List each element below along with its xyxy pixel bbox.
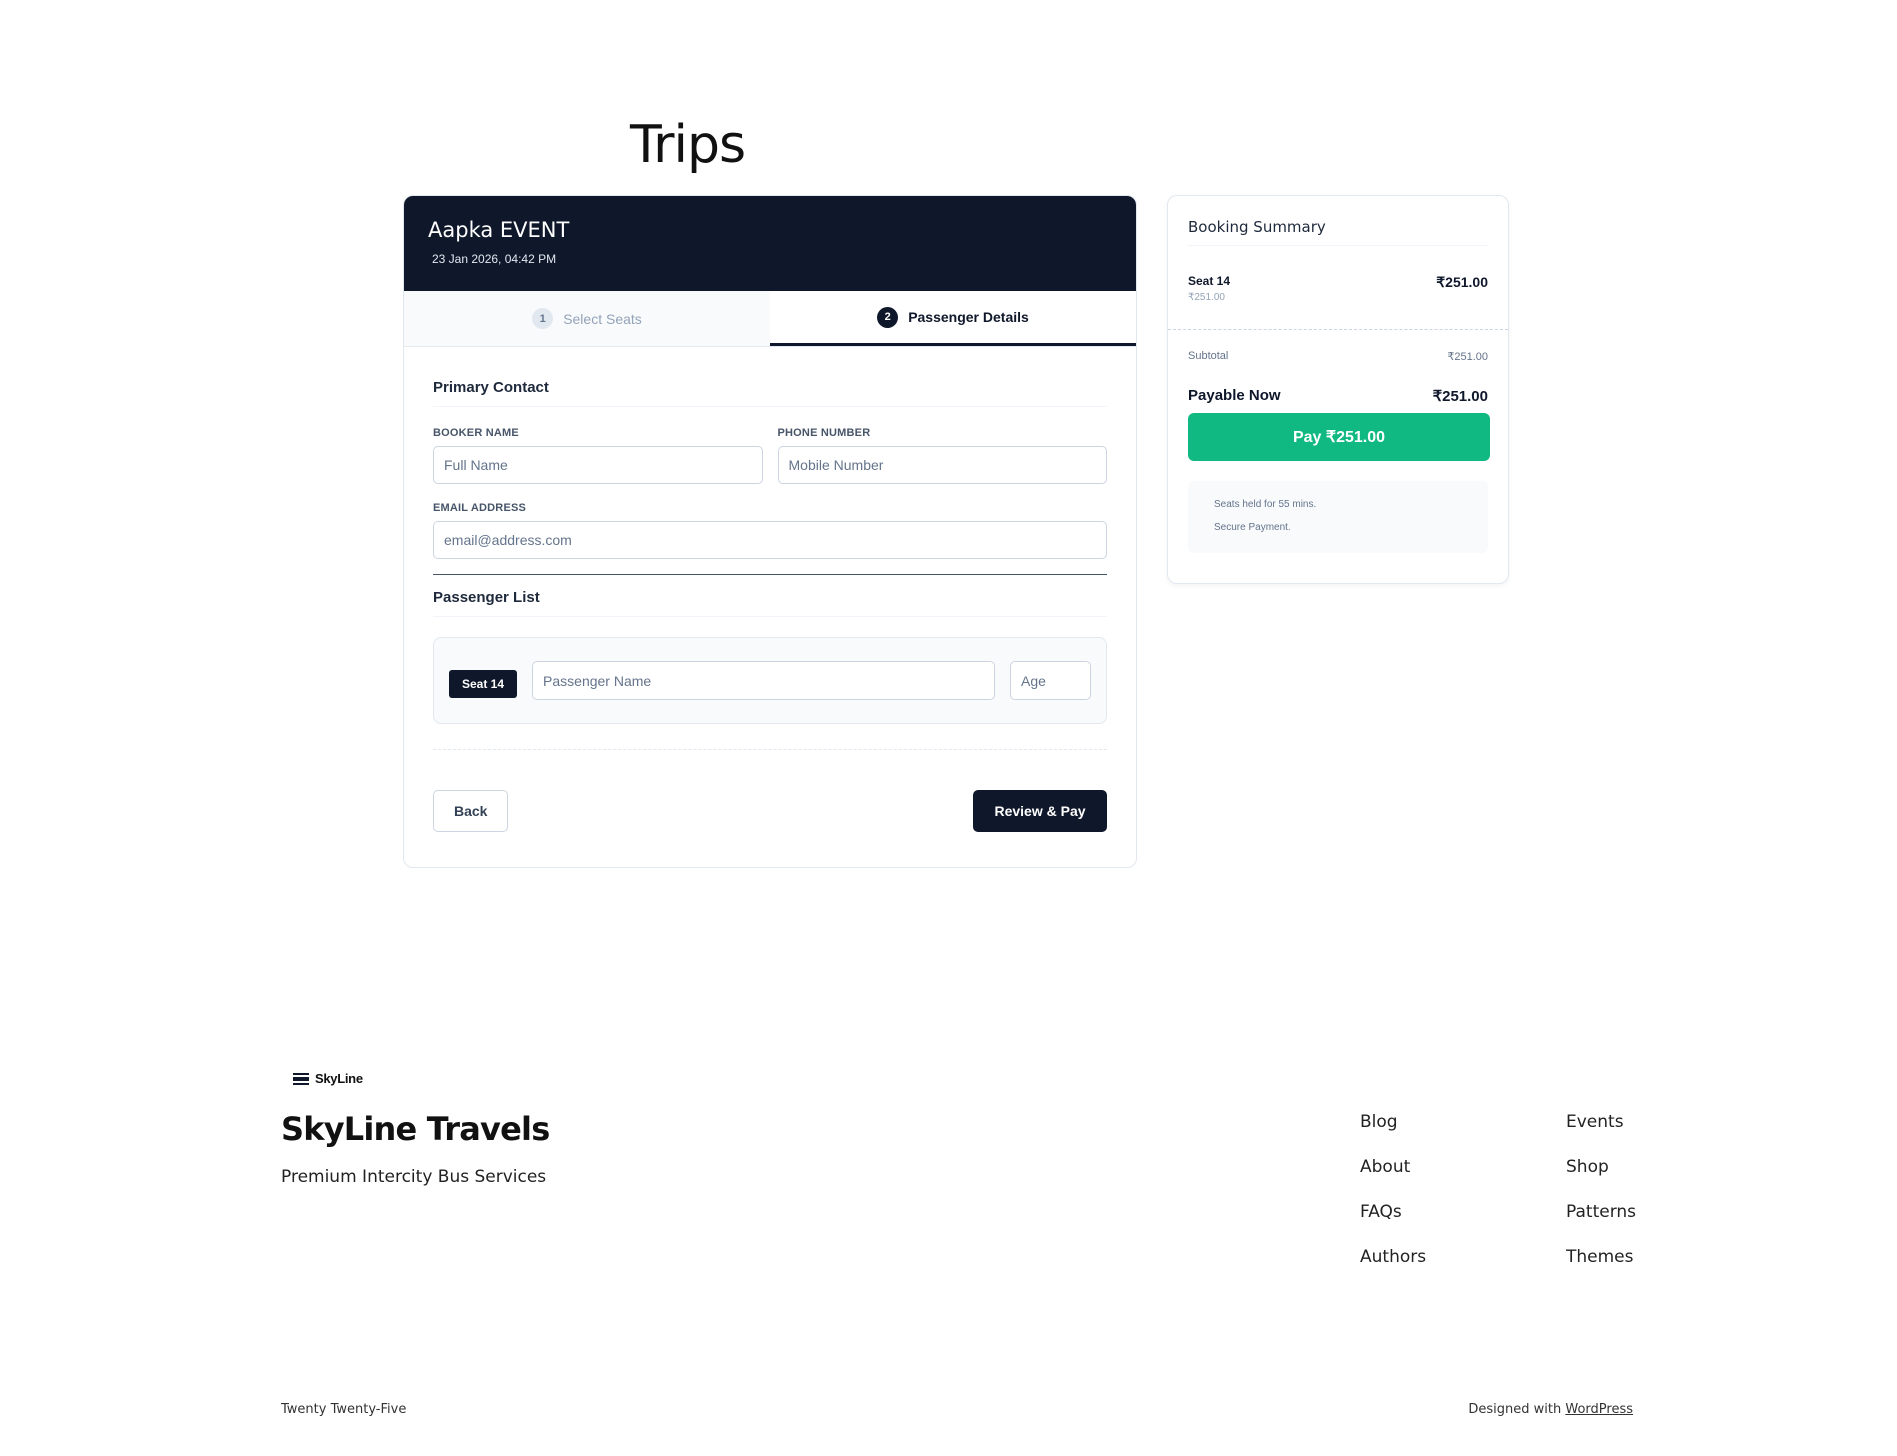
step-label: Select Seats: [563, 310, 642, 327]
credit-prefix: Designed with: [1468, 1402, 1566, 1417]
footer-link-about[interactable]: About: [1360, 1157, 1426, 1202]
footer-link-faqs[interactable]: FAQs: [1360, 1202, 1426, 1247]
trip-datetime: 23 Jan 2026, 04:42 PM: [432, 252, 557, 266]
wordpress-link[interactable]: WordPress: [1565, 1402, 1633, 1417]
passenger-name-input[interactable]: [532, 661, 995, 700]
seat-badge: Seat 14: [449, 669, 518, 698]
payable-label: Payable Now: [1188, 387, 1281, 404]
section-divider: [433, 574, 1107, 575]
email-label: EMAIL ADDRESS: [433, 502, 527, 514]
phone-number-input[interactable]: [777, 446, 1107, 484]
subtotal-value: ₹251.00: [1447, 351, 1488, 363]
payable-value: ₹251.00: [1432, 388, 1488, 405]
footer-link-authors[interactable]: Authors: [1360, 1247, 1426, 1292]
logo-text: SkyLine: [315, 1071, 363, 1086]
footer-nav-column-1: Blog About FAQs Authors: [1360, 1112, 1426, 1292]
phone-number-label: PHONE NUMBER: [777, 427, 871, 439]
summary-line-item: Seat 14 ₹251.00 ₹251.00: [1168, 246, 1508, 303]
secure-payment-notice: Secure Payment.: [1214, 522, 1291, 533]
passenger-row: Seat 14: [433, 637, 1107, 724]
form-actions: Back Review & Pay: [433, 790, 1107, 832]
email-input[interactable]: [433, 521, 1107, 559]
footer-tagline: Premium Intercity Bus Services: [281, 1167, 547, 1187]
back-button[interactable]: Back: [433, 790, 509, 832]
step-passenger-details[interactable]: 2 Passenger Details: [770, 291, 1136, 346]
footer-credit: Designed with WordPress: [1468, 1402, 1633, 1417]
booking-notice: Seats held for 55 mins. Secure Payment.: [1188, 481, 1488, 553]
footer-site-title[interactable]: SkyLine Travels: [281, 1110, 550, 1148]
booker-name-input[interactable]: [433, 446, 763, 484]
bus-logo-icon: [293, 1072, 309, 1085]
phone-number-field: PHONE NUMBER: [777, 427, 1107, 484]
footer-link-shop[interactable]: Shop: [1566, 1157, 1636, 1202]
booking-summary-card: Booking Summary Seat 14 ₹251.00 ₹251.00 …: [1167, 195, 1509, 584]
footer-theme-name: Twenty Twenty-Five: [281, 1402, 407, 1417]
passenger-age-input[interactable]: [1010, 661, 1091, 700]
footer-logo[interactable]: SkyLine: [293, 1071, 363, 1086]
footer-nav-column-2: Events Shop Patterns Themes: [1566, 1112, 1636, 1292]
passenger-list-title: Passenger List: [433, 589, 1107, 617]
page-title: Trips: [630, 115, 746, 175]
review-pay-button[interactable]: Review & Pay: [973, 790, 1107, 832]
summary-item-name: Seat 14: [1188, 274, 1231, 288]
step-label: Passenger Details: [908, 309, 1029, 325]
pay-button[interactable]: Pay ₹251.00: [1188, 413, 1490, 461]
summary-item-unit-price: ₹251.00: [1188, 292, 1225, 303]
email-field: EMAIL ADDRESS: [433, 502, 1107, 559]
step-number: 1: [532, 308, 554, 329]
step-select-seats[interactable]: 1 Select Seats: [404, 291, 770, 346]
primary-contact-title: Primary Contact: [433, 379, 1107, 407]
subtotal-row: Subtotal ₹251.00: [1168, 330, 1508, 363]
summary-item-price: ₹251.00: [1436, 274, 1488, 290]
booker-name-field: BOOKER NAME: [433, 427, 763, 484]
step-number: 2: [877, 306, 899, 328]
footer-link-events[interactable]: Events: [1566, 1112, 1636, 1157]
trip-booking-card: Aapka EVENT 23 Jan 2026, 04:42 PM 1 Sele…: [403, 195, 1137, 868]
dashed-divider: [433, 749, 1107, 750]
booking-summary-title: Booking Summary: [1188, 196, 1488, 246]
booker-name-label: BOOKER NAME: [433, 427, 519, 439]
footer-link-themes[interactable]: Themes: [1566, 1247, 1636, 1292]
trip-name: Aapka EVENT: [428, 218, 570, 242]
seat-hold-notice: Seats held for 55 mins.: [1214, 499, 1317, 510]
footer-link-blog[interactable]: Blog: [1360, 1112, 1426, 1157]
footer-link-patterns[interactable]: Patterns: [1566, 1202, 1636, 1247]
trip-header: Aapka EVENT 23 Jan 2026, 04:42 PM: [404, 196, 1136, 291]
subtotal-label: Subtotal: [1188, 350, 1229, 362]
passenger-form: Primary Contact BOOKER NAME PHONE NUMBER…: [404, 347, 1136, 832]
payable-row: Payable Now ₹251.00: [1168, 363, 1508, 405]
booking-steps: 1 Select Seats 2 Passenger Details: [404, 291, 1136, 347]
